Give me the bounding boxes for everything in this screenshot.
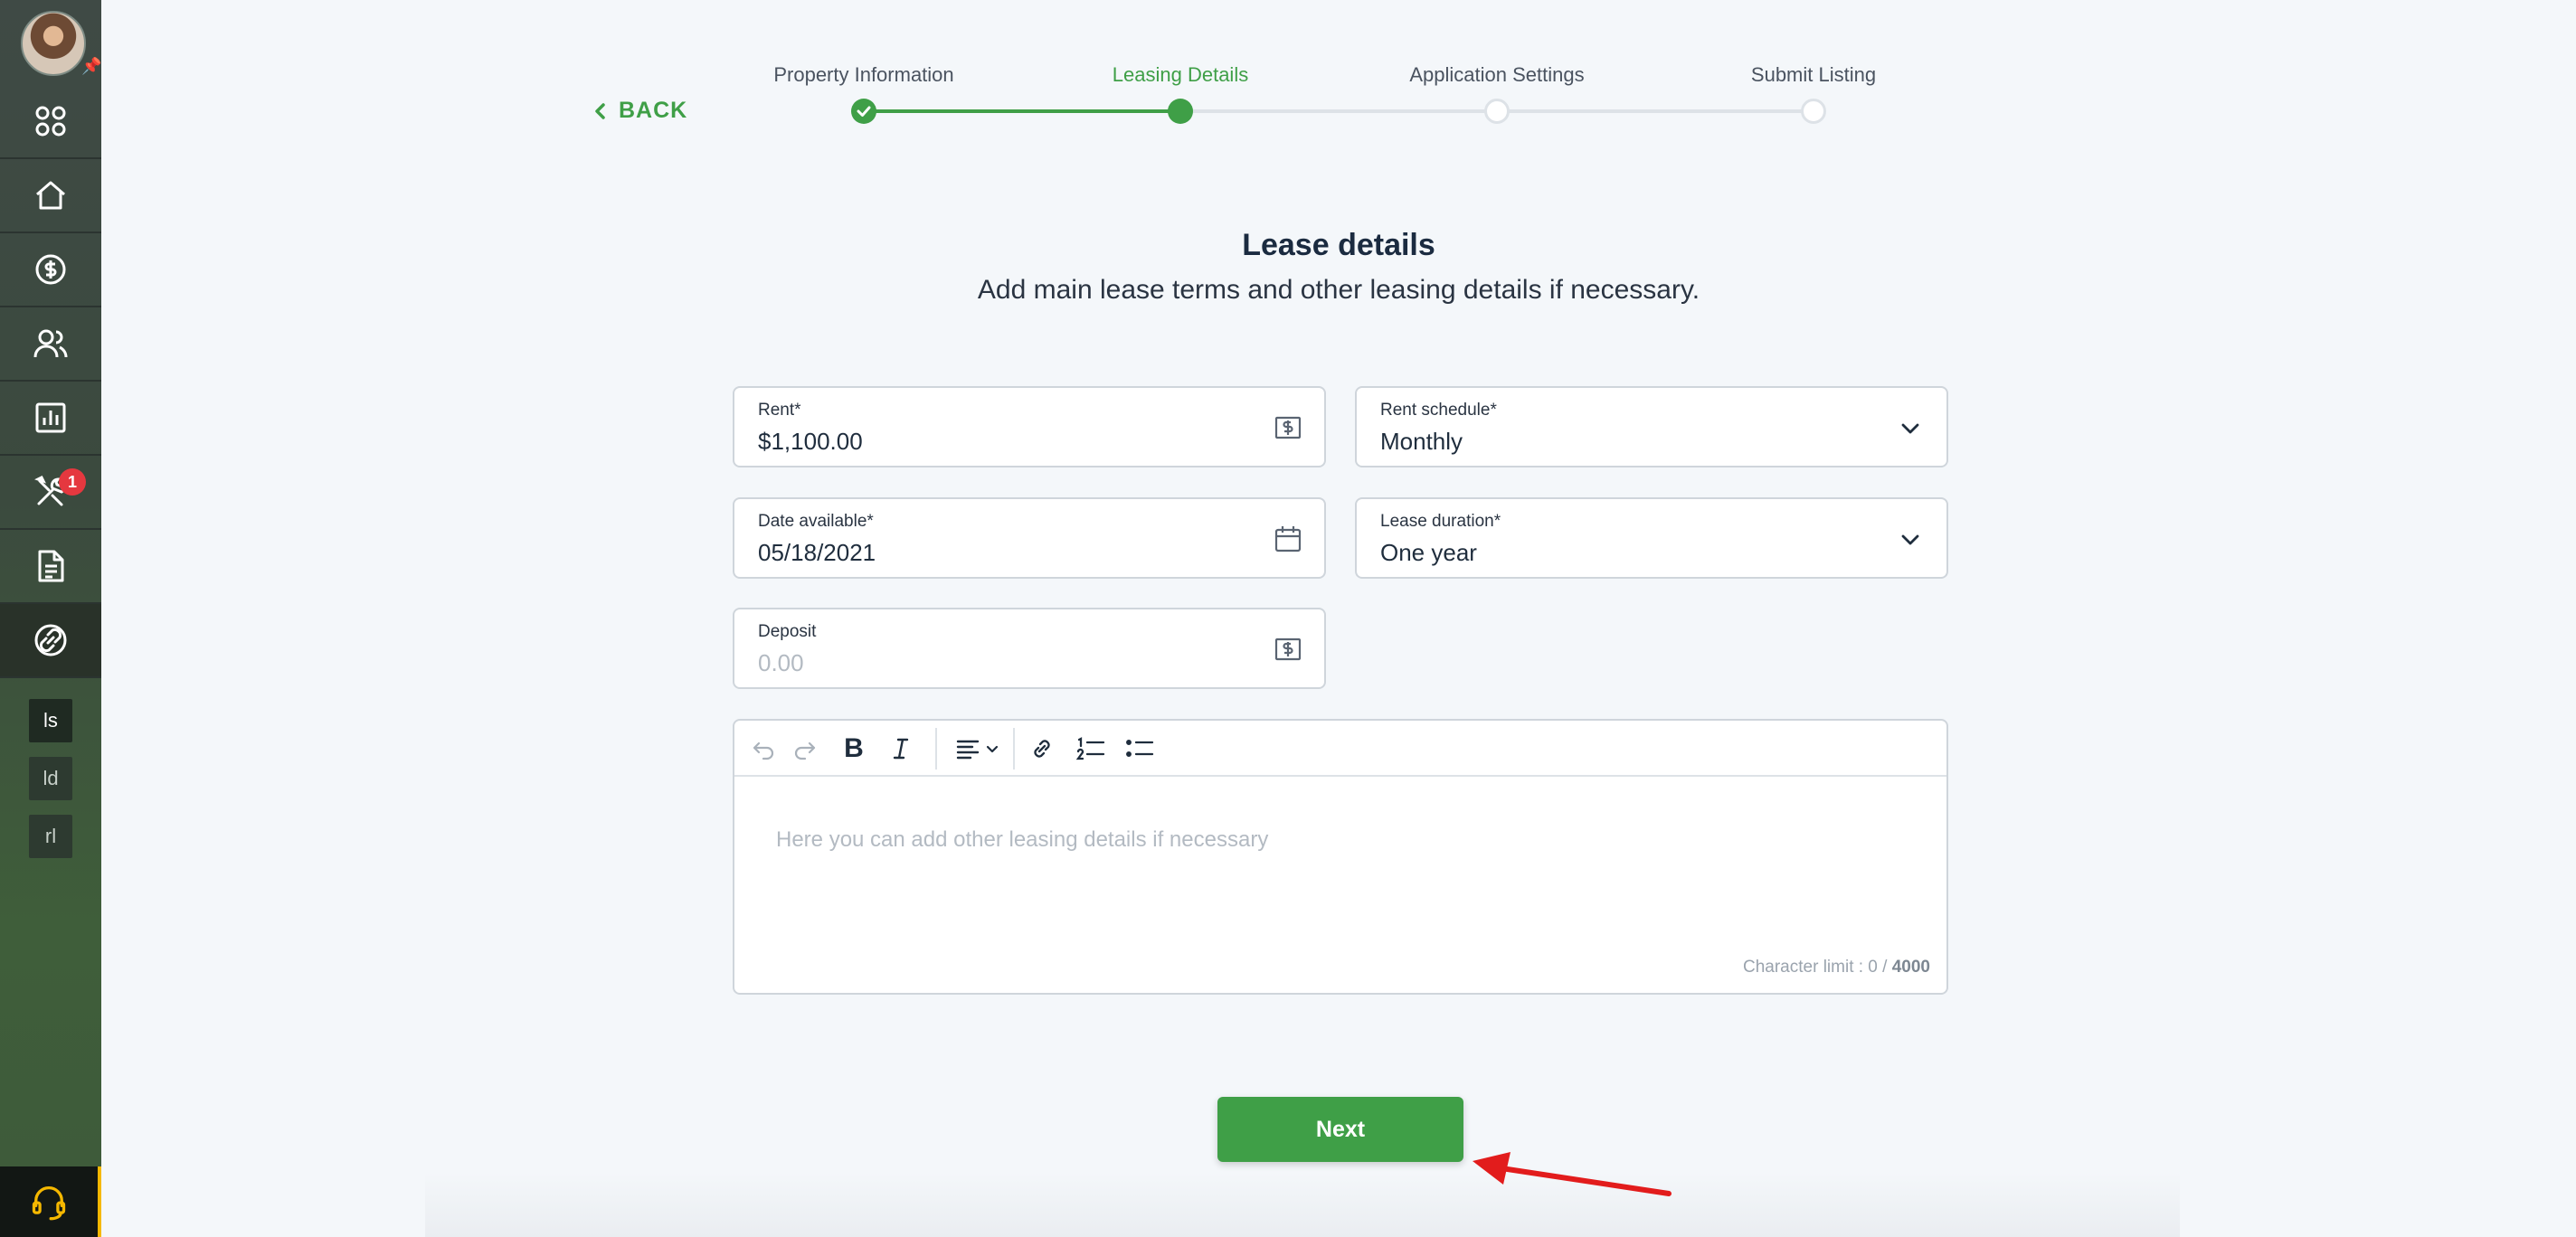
sidebar-item-reports[interactable]	[0, 382, 101, 456]
link-icon	[1034, 740, 1050, 758]
bullet-list-icon	[1126, 740, 1154, 757]
headset-icon	[32, 1186, 66, 1221]
avatar[interactable]	[21, 11, 86, 76]
align-icon	[956, 740, 980, 760]
rent-schedule-value[interactable]: Monthly	[1380, 428, 1463, 456]
stepper-track-done	[864, 109, 1180, 113]
bottom-fade	[425, 1172, 2180, 1237]
editor-placeholder[interactable]: Here you can add other leasing details i…	[776, 827, 1268, 853]
italic-icon	[893, 738, 909, 760]
support-button[interactable]	[0, 1166, 101, 1237]
rent-label: Rent*	[758, 401, 801, 420]
sidebar-item-home[interactable]	[0, 159, 101, 233]
rent-schedule-select[interactable]: Rent schedule* Monthly	[1355, 386, 1948, 467]
sidebar: 📌 1 ls ld rl	[0, 0, 101, 1237]
shortcut-rl[interactable]: rl	[29, 815, 72, 858]
redo-button[interactable]	[789, 732, 821, 765]
step-submit-listing[interactable]: Submit Listing	[1751, 63, 1876, 87]
align-dropdown[interactable]	[948, 732, 1008, 765]
step-dot-todo	[1484, 99, 1510, 124]
toolbar-divider	[935, 728, 937, 770]
undo-button[interactable]	[747, 732, 780, 765]
pin-icon[interactable]: 📌	[81, 58, 101, 74]
italic-button[interactable]	[885, 732, 917, 765]
sidebar-item-people[interactable]	[0, 307, 101, 382]
deposit-input[interactable]: 0.00	[758, 649, 804, 677]
character-counter-max: 4000	[1891, 958, 1930, 977]
rent-field[interactable]: Rent* $1,100.00	[733, 386, 1326, 467]
document-icon	[38, 550, 64, 582]
back-label: BACK	[619, 98, 688, 123]
dashboard-icon	[35, 106, 66, 137]
step-property-information[interactable]: Property Information	[773, 63, 953, 87]
ordered-list-icon	[1075, 737, 1105, 760]
shortcut-ld[interactable]: ld	[29, 757, 72, 800]
link-icon	[34, 624, 67, 656]
money-icon	[1274, 416, 1302, 439]
redo-icon	[794, 741, 816, 760]
deposit-field[interactable]: Deposit 0.00	[733, 608, 1326, 689]
people-icon	[33, 329, 68, 358]
page-subtitle: Add main lease terms and other leasing d…	[977, 275, 1700, 305]
lease-duration-select[interactable]: Lease duration* One year	[1355, 497, 1948, 579]
home-icon	[36, 181, 65, 210]
chevron-down-icon[interactable]	[1894, 523, 1927, 555]
character-counter-text: Character limit : 0 /	[1743, 958, 1892, 977]
rent-schedule-label: Rent schedule*	[1380, 401, 1497, 420]
lease-duration-label: Lease duration*	[1380, 512, 1501, 531]
lease-duration-value[interactable]: One year	[1380, 539, 1477, 567]
sidebar-item-documents[interactable]	[0, 530, 101, 604]
rent-value[interactable]: $1,100.00	[758, 428, 863, 456]
step-application-settings[interactable]: Application Settings	[1409, 63, 1584, 87]
deposit-label: Deposit	[758, 622, 817, 641]
bold-icon: B	[844, 733, 864, 763]
page-title: Lease details	[1242, 228, 1435, 262]
editor-toolbar: B	[734, 721, 1946, 777]
date-available-field[interactable]: Date available* 05/18/2021	[733, 497, 1326, 579]
notification-badge: 1	[59, 468, 86, 496]
step-dot-todo	[1801, 99, 1826, 124]
annotation-arrow	[1473, 1152, 1672, 1196]
sidebar-item-listings[interactable]	[0, 604, 101, 678]
ordered-list-button[interactable]	[1073, 732, 1109, 765]
calendar-icon[interactable]	[1272, 523, 1304, 555]
chevron-left-icon	[595, 102, 605, 119]
date-available-value[interactable]: 05/18/2021	[758, 539, 876, 567]
link-button[interactable]	[1026, 732, 1058, 765]
bullet-list-button[interactable]	[1122, 732, 1158, 765]
shortcut-ls[interactable]: ls	[29, 699, 72, 742]
reports-icon	[35, 402, 66, 433]
check-icon	[857, 106, 871, 117]
money-icon	[1274, 637, 1302, 661]
chevron-down-icon	[986, 745, 999, 753]
sidebar-item-maintenance[interactable]: 1	[0, 456, 101, 530]
undo-icon	[753, 741, 774, 760]
toolbar-divider	[1013, 728, 1015, 770]
leasing-details-editor[interactable]: B Here you can add other leasing details…	[733, 719, 1948, 995]
bold-button[interactable]: B	[838, 732, 870, 765]
step-leasing-details[interactable]: Leasing Details	[1113, 63, 1248, 87]
step-dot-current	[1168, 99, 1193, 124]
chevron-down-icon[interactable]	[1894, 411, 1927, 444]
step-dot-done	[851, 99, 876, 124]
back-button[interactable]: BACK	[593, 98, 687, 124]
next-button[interactable]: Next	[1217, 1097, 1463, 1162]
character-counter: Character limit : 0 / 4000	[1743, 958, 1930, 977]
date-available-label: Date available*	[758, 512, 874, 531]
sidebar-item-dashboard[interactable]	[0, 85, 101, 159]
